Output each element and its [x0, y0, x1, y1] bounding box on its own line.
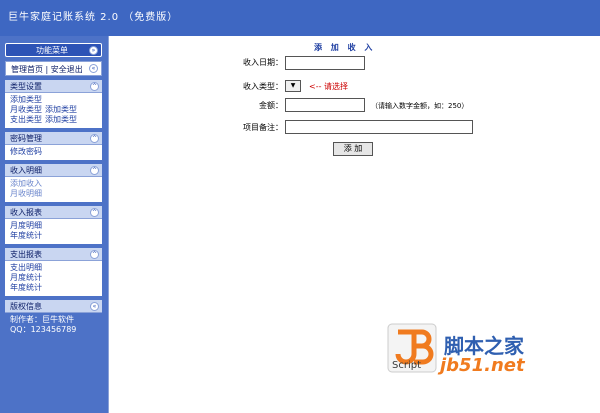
collapse-up-icon[interactable]: ^	[90, 134, 99, 143]
section-header[interactable]: 收入报表 ^	[5, 206, 102, 219]
section-header[interactable]: 支出报表 ^	[5, 248, 102, 261]
amount-input[interactable]	[285, 98, 365, 112]
menu-link[interactable]: 支出明细	[10, 263, 42, 272]
app-header: 巨牛家庭记账系统 2.0 （免费版）	[0, 0, 600, 36]
function-menu-label: 功能菜单	[36, 46, 68, 55]
menu-link[interactable]: 年度统计	[10, 283, 42, 292]
menu-link-active[interactable]: 添加收入	[10, 179, 42, 188]
quick-links-label[interactable]: 管理首页 | 安全退出	[11, 64, 83, 75]
section-header[interactable]: 密码管理 ^	[5, 132, 102, 145]
collapse-icon[interactable]: «	[90, 302, 99, 311]
section-copyright: 版权信息 « 制作者：巨牛软件 QQ：123456789	[5, 300, 102, 338]
type-select[interactable]: ▼	[285, 80, 301, 92]
menu-link[interactable]: 添加类型	[45, 115, 77, 124]
section-expense-report: 支出报表 ^ 支出明细 月度统计 年度统计	[5, 248, 102, 296]
section-income-detail: 收入明细 ^ 添加收入 月收明细	[5, 164, 102, 202]
menu-link[interactable]: 月收类型	[10, 105, 42, 114]
menu-link[interactable]: 月收明细	[10, 189, 42, 198]
collapse-up-icon[interactable]: ^	[90, 250, 99, 259]
amount-hint: （请输入数字金额，如：250）	[371, 102, 469, 110]
collapse-up-icon[interactable]: ^	[90, 82, 99, 91]
collapse-icon[interactable]: »	[89, 46, 98, 55]
collapse-up-icon[interactable]: ^	[90, 208, 99, 217]
copyright-author: 制作者：巨牛软件	[10, 315, 74, 324]
type-hint: <-- 请选择	[309, 82, 349, 91]
quick-links[interactable]: 管理首页 | 安全退出 «	[5, 61, 102, 76]
section-income-report: 收入报表 ^ 月度明细 年度统计	[5, 206, 102, 244]
watermark-url: jb51.net	[440, 355, 525, 376]
section-header[interactable]: 类型设置 ^	[5, 80, 102, 93]
main-content: 添 加 收 入 收入日期： 收入类型： ▼ <-- 请选择 金额： （请输入数字…	[108, 36, 600, 413]
app-title: 巨牛家庭记账系统 2.0 （免费版）	[8, 12, 179, 23]
menu-link[interactable]: 支出类型	[10, 115, 42, 124]
function-menu-header[interactable]: 功能菜单 »	[5, 43, 102, 57]
section-type-settings: 类型设置 ^ 添加类型 月收类型 添加类型 支出类型 添加类型	[5, 80, 102, 128]
collapse-up-icon[interactable]: ^	[90, 166, 99, 175]
menu-link[interactable]: 修改密码	[10, 147, 42, 156]
sidebar: 功能菜单 » 管理首页 | 安全退出 « 类型设置 ^ 添加类型 月收类型 添加类…	[0, 36, 108, 413]
copyright-qq: QQ：123456789	[10, 325, 77, 334]
form-title: 添 加 收 入	[314, 43, 376, 52]
menu-link[interactable]: 年度统计	[10, 231, 42, 240]
note-label: 项目备注：	[243, 123, 283, 132]
type-label: 收入类型：	[243, 82, 283, 91]
menu-link[interactable]: 添加类型	[45, 105, 77, 114]
collapse-icon[interactable]: «	[89, 64, 98, 73]
watermark-script: Script	[392, 360, 422, 371]
amount-label: 金额：	[259, 101, 283, 110]
section-header[interactable]: 版权信息 «	[5, 300, 102, 313]
menu-link[interactable]: 月度统计	[10, 273, 42, 282]
menu-link[interactable]: 添加类型	[10, 95, 42, 104]
note-input[interactable]	[285, 120, 473, 134]
section-header[interactable]: 收入明细 ^	[5, 164, 102, 177]
submit-button[interactable]: 添 加	[333, 142, 373, 156]
date-input[interactable]	[285, 56, 365, 70]
date-label: 收入日期：	[243, 58, 283, 67]
section-password: 密码管理 ^ 修改密码	[5, 132, 102, 160]
menu-link[interactable]: 月度明细	[10, 221, 42, 230]
